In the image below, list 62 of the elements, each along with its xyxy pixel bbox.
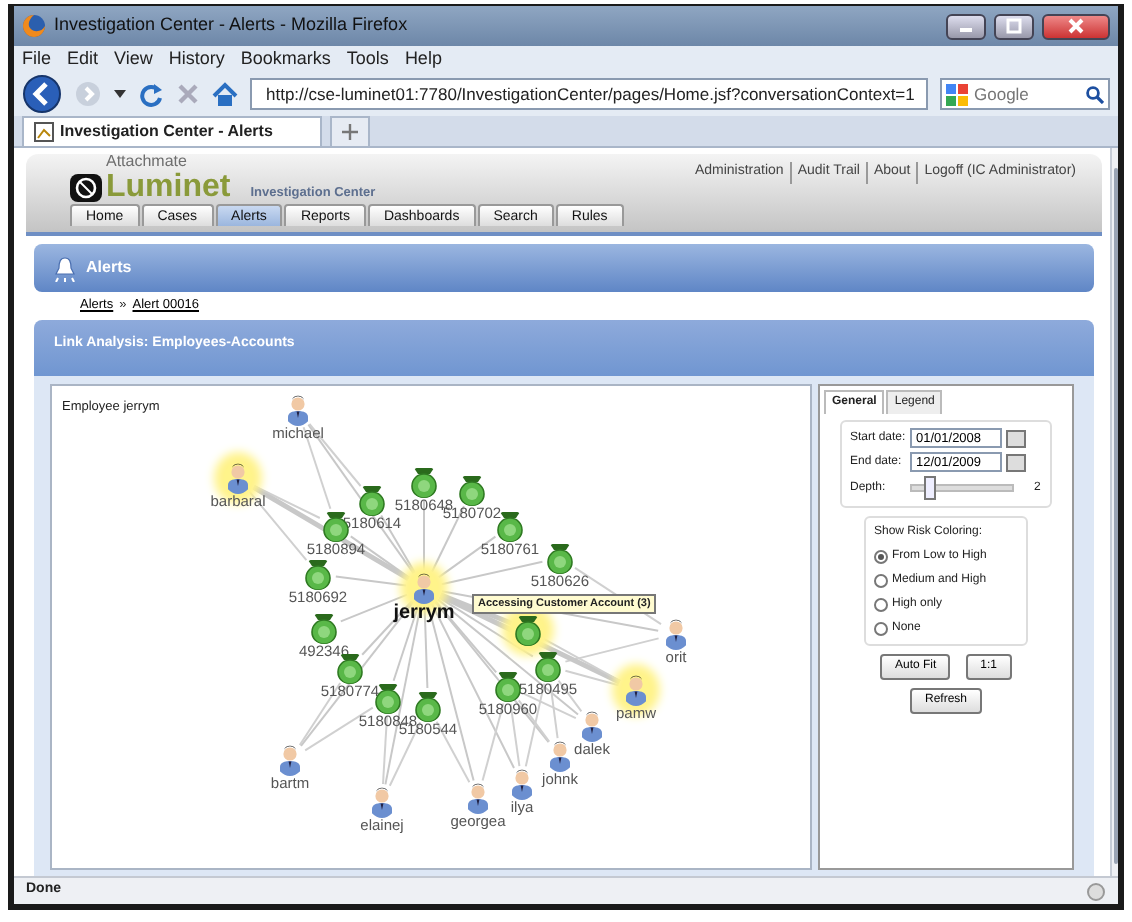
- person-icon[interactable]: [410, 572, 438, 604]
- menu-item[interactable]: Bookmarks: [240, 45, 331, 73]
- money-bag-icon[interactable]: [532, 650, 564, 682]
- money-bag-icon[interactable]: [356, 484, 388, 516]
- bell-icon: [54, 255, 76, 281]
- firefox-logo-icon: [22, 14, 46, 38]
- person-icon[interactable]: [368, 786, 396, 818]
- depth-slider[interactable]: [910, 476, 1014, 500]
- person-icon[interactable]: [224, 462, 252, 494]
- maximize-button[interactable]: [994, 13, 1034, 39]
- window-title: Investigation Center - Alerts - Mozilla Firefox: [54, 12, 410, 39]
- menu-item[interactable]: Tools: [346, 45, 389, 73]
- menu-item[interactable]: Edit: [67, 45, 99, 73]
- person-icon[interactable]: [508, 768, 536, 800]
- search-icon[interactable]: [1086, 86, 1104, 104]
- person-label: jerrym: [393, 604, 455, 624]
- radio-button[interactable]: [874, 574, 888, 588]
- plus-icon: [342, 124, 358, 140]
- section-title: Alerts: [86, 256, 132, 280]
- browser-tab[interactable]: Investigation Center - Alerts: [22, 116, 322, 146]
- menu-item[interactable]: Help: [404, 45, 442, 73]
- money-bag-icon[interactable]: [456, 474, 488, 506]
- company-name: Attachmate: [106, 154, 189, 170]
- minimize-button[interactable]: [946, 13, 986, 39]
- radio-button[interactable]: [874, 598, 888, 612]
- address-bar[interactable]: http://cse-luminet01:7780/InvestigationCenter/pages/Home.jsf?conversationContext=1: [250, 78, 928, 110]
- menu-item[interactable]: View: [114, 45, 153, 73]
- dropdown-caret-icon[interactable]: [114, 88, 126, 100]
- person-icon[interactable]: [622, 674, 650, 706]
- person-icon[interactable]: [464, 782, 492, 814]
- person-icon[interactable]: [276, 744, 304, 776]
- person-icon[interactable]: [578, 710, 606, 742]
- money-bag-icon[interactable]: [512, 614, 544, 646]
- back-button[interactable]: [22, 74, 62, 114]
- search-engine-icon[interactable]: [946, 84, 968, 106]
- search-field[interactable]: Google: [940, 78, 1110, 110]
- radio-button[interactable]: [874, 622, 888, 636]
- person-icon[interactable]: [284, 394, 312, 426]
- radio-button[interactable]: [874, 550, 888, 564]
- product-name: Luminet: [106, 174, 231, 203]
- menu-item[interactable]: File: [22, 45, 52, 73]
- money-bag-icon[interactable]: [302, 558, 334, 590]
- money-bag-icon[interactable]: [544, 542, 576, 574]
- person-icon[interactable]: [546, 740, 574, 772]
- money-bag-icon[interactable]: [492, 670, 524, 702]
- logo-icon: [70, 174, 102, 203]
- money-bag-icon[interactable]: [408, 466, 440, 498]
- close-icon: [1068, 18, 1084, 34]
- page-icon: [34, 122, 54, 142]
- money-bag-icon[interactable]: [308, 612, 340, 644]
- close-button[interactable]: [1042, 13, 1110, 39]
- home-icon[interactable]: [212, 81, 238, 107]
- menu-item[interactable]: History: [168, 45, 225, 73]
- scrollbar[interactable]: [1110, 148, 1118, 876]
- maximize-icon: [1006, 18, 1022, 34]
- new-tab-button[interactable]: [330, 116, 370, 146]
- link-line: [423, 499, 425, 571]
- scroll-thumb[interactable]: [1114, 168, 1118, 864]
- reload-icon[interactable]: [138, 81, 164, 107]
- person-icon[interactable]: [662, 618, 690, 650]
- slider-thumb[interactable]: [923, 476, 936, 500]
- status-icon: [1086, 881, 1106, 901]
